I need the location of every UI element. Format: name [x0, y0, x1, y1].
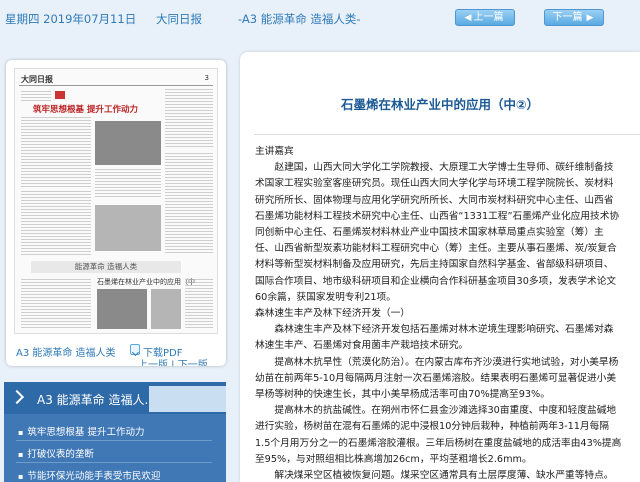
thumbnail-text-block — [21, 117, 91, 187]
section-tab[interactable] — [149, 386, 226, 412]
page-nav-links[interactable]: 上一版 | 下一版 — [138, 356, 208, 366]
article-paragraph: 主讲嘉宾 — [255, 146, 294, 157]
thumbnail-photo — [97, 289, 147, 329]
article-paragraph: 赵建国，山西大同大学化工学院教授、大原理工大学博士生导师、碳纤维制备技术国家工程… — [255, 162, 620, 303]
article-paragraph: 解决煤采空区植被恢复问题。煤采空区通常具有土层厚度薄、缺水严重等特点。利 — [274, 470, 614, 482]
section-list: A3 能源革命 造福人... 筑牢思想根基 提升工作动力 打破仪表的垄断 节能环… — [4, 382, 226, 482]
prev-article-label: 上一篇 — [473, 12, 504, 23]
thumbnail-photo — [95, 121, 161, 165]
prev-article-button[interactable]: ◀ 上一篇 — [455, 9, 515, 26]
thumbnail-marker — [55, 91, 65, 99]
top-bar: 星期四 2019年07月11日 大同日报 -A3 能源革命 造福人类- ◀ 上一篇… — [0, 0, 640, 36]
newspaper-name: 大同日报 — [156, 12, 202, 26]
chevron-right-icon: ▶ — [586, 13, 594, 23]
article-panel: 石墨烯在林业产业中的应用（中②） 主讲嘉宾赵建国，山西大同大学化工学院教授、大原… — [240, 52, 640, 482]
thumbnail-text-block — [21, 191, 91, 255]
article-paragraph: 森林速生丰产及林下经济开发包括石墨烯对林木逆境生理影响研究、石墨烯对森林速生丰产… — [255, 324, 614, 352]
divider — [16, 440, 212, 441]
section-title: A3 能源革命 造福人... — [37, 393, 156, 407]
article-paragraph: 提高林木的抗盐碱性。在朔州市怀仁县金沙滩选择30亩重度、中度和轻度盐碱地进行实验… — [255, 405, 622, 465]
chevron-left-icon: ◀ — [464, 13, 472, 23]
page-thumbnail[interactable]: 大同日报 3 筑牢思想根基 提升工作动力 能源革命 造福人类 石墨烯在林业产业中… — [14, 68, 218, 334]
thumbnail-photo — [95, 205, 161, 251]
article-paragraph: 森林速生丰产及林下经济开发（一） — [255, 308, 410, 320]
article-body: 主讲嘉宾赵建国，山西大同大学化工学院教授、大原理工大学博士生导师、碳纤维制备技术… — [255, 144, 623, 482]
thumbnail-page-number: 3 — [204, 74, 209, 82]
thumbnail-text-block — [95, 169, 161, 199]
edition-label: -A3 能源革命 造福人类- — [238, 12, 361, 26]
thumbnail-photo — [151, 289, 181, 329]
next-article-button[interactable]: 下一篇 ▶ — [544, 9, 604, 26]
page-caption[interactable]: A3 能源革命 造福人类 — [16, 344, 116, 359]
thumbnail-text-block — [21, 279, 91, 329]
thumbnail-subhead: 石墨烯在林业产业中的应用（中 — [97, 278, 195, 286]
article-title: 石墨烯在林业产业中的应用（中②） — [340, 97, 540, 112]
thumbnail-text-block — [165, 153, 213, 253]
thumbnail-rule — [19, 85, 213, 86]
article-paragraph: 提高林木抗旱性（荒漠化防治）。在内蒙古库布齐沙漠进行实地试验，对小美旱杨幼苗在前… — [255, 356, 619, 401]
pdf-download-icon[interactable] — [130, 344, 140, 355]
section-item-1[interactable]: 筑牢思想根基 提升工作动力 — [18, 424, 144, 438]
divider — [16, 462, 212, 463]
thumbnail-banner: 能源革命 造福人类 — [31, 261, 181, 273]
thumbnail-headline: 筑牢思想根基 提升工作动力 — [33, 105, 138, 115]
thumbnail-text-block — [165, 89, 213, 149]
section-item-3[interactable]: 节能环保光动能手表受市民欢迎 — [18, 468, 160, 482]
chevron-right-icon — [12, 390, 26, 404]
thumbnail-text-block — [21, 91, 51, 101]
section-item-2[interactable]: 打破仪表的垄断 — [18, 446, 94, 460]
date-label: 星期四 2019年07月11日 — [5, 12, 137, 26]
page-preview-card: 大同日报 3 筑牢思想根基 提升工作动力 能源革命 造福人类 石墨烯在林业产业中… — [6, 60, 226, 366]
thumbnail-text-block — [185, 279, 213, 329]
divider — [254, 134, 640, 135]
thumbnail-masthead: 大同日报 — [21, 74, 53, 84]
next-article-label: 下一篇 — [552, 12, 583, 23]
